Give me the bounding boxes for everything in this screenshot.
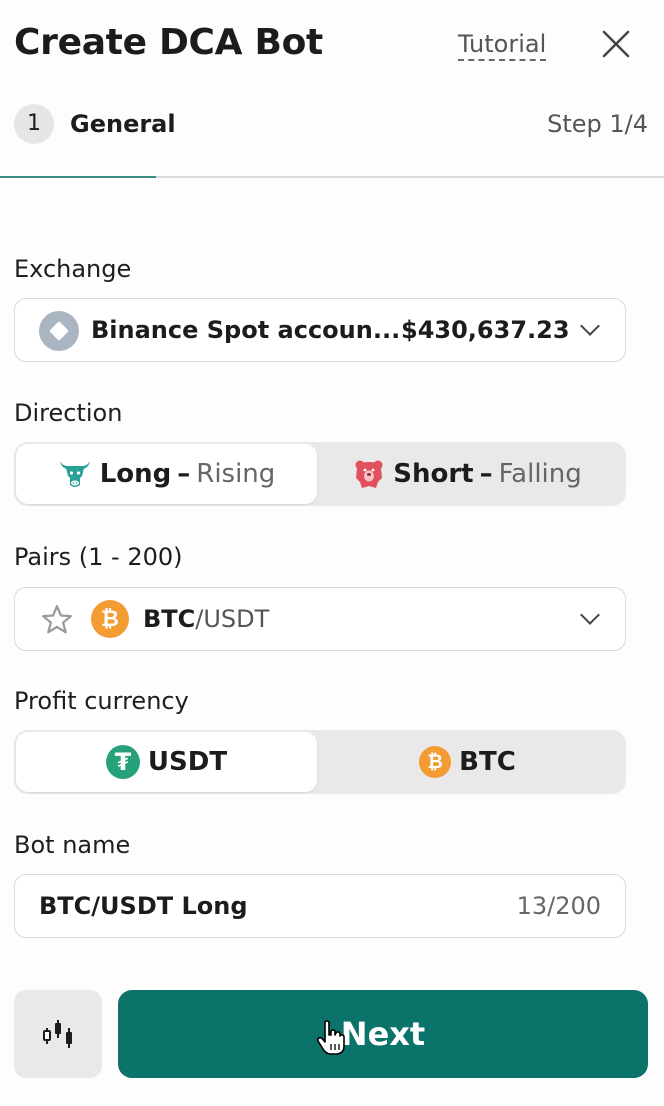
- direction-long-label: Long: [99, 459, 172, 489]
- close-button[interactable]: [600, 28, 632, 60]
- modal-header: Create DCA Bot Tutorial: [0, 0, 664, 90]
- direction-short-option[interactable]: Short – Falling: [317, 444, 618, 504]
- page-title: Create DCA Bot: [14, 22, 323, 63]
- direction-long-sublabel: Rising: [196, 459, 276, 489]
- separator: –: [479, 459, 493, 489]
- tutorial-link[interactable]: Tutorial: [458, 30, 547, 61]
- direction-long-option[interactable]: Long – Rising: [16, 444, 317, 504]
- profit-currency-btc-label: BTC: [459, 747, 516, 777]
- close-icon: [602, 30, 630, 58]
- candlestick-icon: [43, 1020, 72, 1048]
- direction-toggle: Long – Rising Short – Falling: [14, 442, 626, 506]
- profit-currency-toggle: ₮ USDT ₿ BTC: [14, 730, 626, 794]
- step-number-badge: 1: [14, 104, 54, 144]
- profit-currency-label: Profit currency: [14, 687, 189, 715]
- direction-label: Direction: [14, 399, 123, 427]
- bot-name-label: Bot name: [14, 831, 131, 859]
- exchange-account-name: Binance Spot accoun...: [91, 316, 401, 344]
- profit-currency-btc-option[interactable]: ₿ BTC: [317, 732, 618, 792]
- chevron-down-icon: [580, 605, 600, 625]
- pair-quote: /USDT: [195, 605, 270, 633]
- profit-currency-usdt-label: USDT: [147, 747, 228, 777]
- next-button[interactable]: Next: [118, 990, 648, 1078]
- star-icon: [42, 605, 72, 634]
- btc-coin-icon: ₿: [91, 600, 129, 638]
- step-indicator: 1 General Step 1/4: [0, 100, 664, 150]
- favorite-star-button[interactable]: [39, 602, 75, 642]
- usdt-coin-icon: ₮: [105, 745, 140, 779]
- direction-short-sublabel: Falling: [498, 459, 582, 489]
- hand-cursor-icon: [316, 1020, 345, 1055]
- step-progress-fill: [0, 176, 157, 178]
- exchange-select[interactable]: Binance Spot accoun... $430,637.23: [14, 298, 626, 362]
- bot-name-input[interactable]: [39, 892, 479, 920]
- pair-base: BTC: [143, 605, 196, 633]
- profit-currency-usdt-option[interactable]: ₮ USDT: [16, 732, 317, 792]
- binance-icon: [39, 311, 79, 351]
- chevron-down-icon: [580, 316, 600, 336]
- pair-select[interactable]: ₿ BTC/USDT: [14, 587, 626, 651]
- bull-icon: [59, 461, 90, 487]
- step-name: General: [70, 110, 176, 138]
- exchange-balance: $430,637.23: [401, 316, 570, 344]
- separator: –: [177, 459, 191, 489]
- bot-name-char-counter: 13/200: [516, 892, 601, 920]
- bot-name-field: 13/200: [14, 874, 626, 938]
- exchange-label: Exchange: [14, 255, 132, 283]
- bear-icon: [355, 460, 383, 488]
- pairs-label: Pairs (1 - 200): [14, 543, 183, 571]
- pair-value: BTC/USDT: [143, 605, 269, 633]
- step-counter: Step 1/4: [547, 110, 648, 138]
- chart-preview-button[interactable]: [14, 990, 102, 1078]
- btc-coin-icon: ₿: [419, 746, 452, 778]
- step-progress-bar: [0, 176, 664, 178]
- direction-short-label: Short: [393, 459, 474, 489]
